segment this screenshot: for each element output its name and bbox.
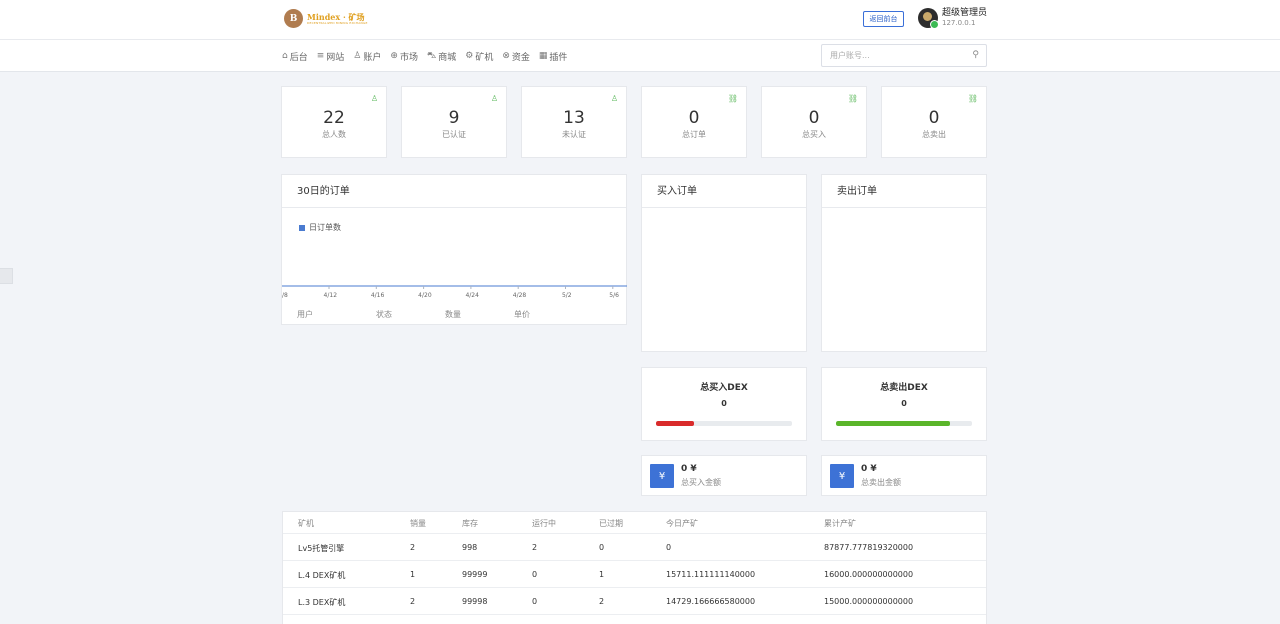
search-input[interactable] — [822, 45, 962, 66]
gear-icon: ⚙ — [465, 51, 474, 61]
chart-x-tick-label: 4/20 — [418, 292, 432, 299]
logo-subtitle: DECENTRALIZED MINING EXCHANGE — [307, 20, 368, 25]
buy-amount-value: 0 ¥ — [681, 464, 697, 474]
orders-col-status: 状态 — [376, 310, 392, 319]
sell-amount-label: 总卖出金额 — [861, 478, 901, 487]
chart-x-tick-label: 4/12 — [324, 292, 338, 299]
stat-unverified: ♙ 13 未认证 — [521, 86, 627, 158]
logo-mark: B — [284, 9, 303, 28]
buy-orders-title: 买入订单 — [642, 175, 806, 208]
back-to-frontend-button[interactable]: 返回前台 — [863, 11, 904, 27]
search-box: ⚲ — [821, 44, 987, 67]
stat-total-buy: ⛓ 0 总买入 — [761, 86, 867, 158]
nav-item-accounts[interactable]: ♙ 账户 — [353, 50, 381, 63]
col-today-output: 今日产矿 — [666, 519, 698, 528]
buy-dex-value: 0 — [721, 399, 727, 408]
user-icon: ♙ — [370, 94, 378, 103]
buy-dex-progress-fill — [656, 421, 695, 426]
chart-x-tick-label: 5/6 — [609, 292, 619, 299]
user-icon: ♙ — [490, 94, 498, 103]
chart-x-tick-label: 4/24 — [465, 292, 479, 299]
search-icon[interactable]: ⚲ — [972, 50, 979, 60]
orders-col-price: 单价 — [514, 310, 530, 319]
coin-icon: ⊗ — [502, 51, 510, 61]
logo[interactable]: B Mindex · 矿场 DECENTRALIZED MINING EXCHA… — [284, 9, 368, 28]
sell-amount-card: ¥ 0 ¥ 总卖出金额 — [821, 455, 987, 496]
stat-verified: ♙ 9 已认证 — [401, 86, 507, 158]
chart-x-tick-label: 4/28 — [513, 292, 527, 299]
nav-item-site[interactable]: ≡ 网站 — [317, 50, 345, 63]
buy-amount-card: ¥ 0 ¥ 总买入金额 — [641, 455, 807, 496]
buy-dex-card: 总买入DEX 0 — [641, 367, 807, 441]
users-icon: ♙ — [353, 51, 362, 61]
chart-x-tick-label: 5/2 — [562, 292, 572, 299]
chart-x-tick-label: /8 — [282, 292, 288, 299]
miners-table-header: 矿机 销量 库存 运行中 已过期 今日产矿 累计产矿 — [283, 512, 986, 534]
sell-dex-progress-fill — [836, 421, 951, 426]
sell-dex-card: 总卖出DEX 0 — [821, 367, 987, 441]
sell-dex-value: 0 — [901, 399, 907, 408]
col-expired: 已过期 — [599, 519, 623, 528]
orders-chart: /8 4/12 4/16 4/20 4/24 4/28 5/2 5/6 — [282, 285, 627, 299]
top-bar: B Mindex · 矿场 DECENTRALIZED MINING EXCHA… — [0, 0, 1280, 40]
col-miner: 矿机 — [298, 519, 314, 528]
cart-icon: ⛓ — [847, 94, 858, 103]
chart-legend: 日订单数 — [299, 222, 341, 233]
sell-dex-title: 总卖出DEX — [880, 383, 928, 393]
buy-dex-title: 总买入DEX — [700, 383, 748, 393]
col-sales: 销量 — [410, 519, 426, 528]
sidebar-toggle[interactable] — [0, 268, 13, 284]
chart-x-axis: /8 4/12 4/16 4/20 4/24 4/28 5/2 5/6 — [282, 286, 619, 299]
user-ip: 127.0.0.1 — [942, 19, 976, 28]
col-stock: 库存 — [462, 519, 478, 528]
legend-label: 日订单数 — [309, 223, 341, 232]
logo-name: Mindex · 矿场 — [307, 11, 365, 22]
buy-orders-panel: 买入订单 — [641, 174, 807, 352]
cart-icon: ⛓ — [727, 94, 738, 103]
sell-amount-value: 0 ¥ — [861, 464, 877, 474]
sell-dex-progress — [836, 421, 972, 426]
table-row[interactable]: Lv5托管引擎 2 998 2 0 0 87877.777819320000 — [283, 534, 986, 561]
nav-item-funds[interactable]: ⊗ 资金 — [502, 50, 530, 63]
nav-item-market[interactable]: ⊕ 市场 — [390, 50, 418, 63]
yen-icon: ¥ — [830, 464, 854, 488]
main-nav: ⌂ 后台 ≡ 网站 ♙ 账户 ⊕ 市场 ⛍ 商城 ⚙ 矿机 ⊗ 资金 ▦ 插件 — [282, 40, 576, 72]
nav-item-dashboard[interactable]: ⌂ 后台 — [282, 50, 308, 63]
stat-total-sell: ⛓ 0 总卖出 — [881, 86, 987, 158]
cart-icon: ⛍ — [426, 50, 437, 61]
grid-icon: ▦ — [538, 51, 548, 61]
sell-orders-panel: 卖出订单 — [821, 174, 987, 352]
table-row[interactable]: L.3 DEX矿机 2 99998 0 2 14729.166666580000… — [283, 588, 986, 615]
list-icon: ≡ — [316, 51, 325, 61]
globe-icon: ⊕ — [390, 51, 398, 61]
nav-item-plugins[interactable]: ▦ 插件 — [539, 50, 568, 63]
user-name: 超级管理员 — [942, 8, 988, 18]
col-running: 运行中 — [532, 519, 556, 528]
yen-icon: ¥ — [650, 464, 674, 488]
miners-table: 矿机 销量 库存 运行中 已过期 今日产矿 累计产矿 Lv5托管引擎 2 998… — [282, 511, 987, 624]
orders-col-qty: 数量 — [445, 310, 461, 319]
table-row[interactable]: L.4 DEX矿机 1 99999 0 1 15711.111111140000… — [283, 561, 986, 588]
user-menu[interactable]: 超级管理员 127.0.0.1 — [918, 8, 988, 29]
orders-30d-panel: 30日的订单 日订单数 /8 4/12 4/16 4/20 4/24 4/28 5/2 5/6… — [281, 174, 627, 325]
user-icon: ♙ — [610, 94, 618, 103]
orders-table-header: 用户 状态 数量 单价 — [282, 306, 627, 326]
cart-icon: ⛓ — [967, 94, 978, 103]
nav-item-mall[interactable]: ⛍ 商城 — [427, 50, 456, 63]
avatar — [918, 8, 939, 29]
col-total-output: 累计产矿 — [824, 519, 856, 528]
orders-col-user: 用户 — [297, 310, 313, 319]
stat-total-orders: ⛓ 0 总订单 — [641, 86, 747, 158]
nav-item-miners[interactable]: ⚙ 矿机 — [465, 50, 493, 63]
buy-dex-progress — [656, 421, 792, 426]
sell-orders-title: 卖出订单 — [822, 175, 986, 208]
home-icon: ⌂ — [282, 51, 288, 61]
chart-x-tick-label: 4/16 — [371, 292, 385, 299]
nav-bar: ⌂后台 ≡网站 ♙账户 ⊕市场 ⛍商城 ⚙矿机 ⊗资金 ▦插件 ⚲ — [0, 40, 1280, 72]
legend-swatch — [299, 224, 305, 231]
buy-amount-label: 总买入金额 — [681, 478, 721, 487]
orders-30d-title: 30日的订单 — [282, 175, 626, 208]
stat-total-users: ♙ 22 总人数 — [281, 86, 387, 158]
